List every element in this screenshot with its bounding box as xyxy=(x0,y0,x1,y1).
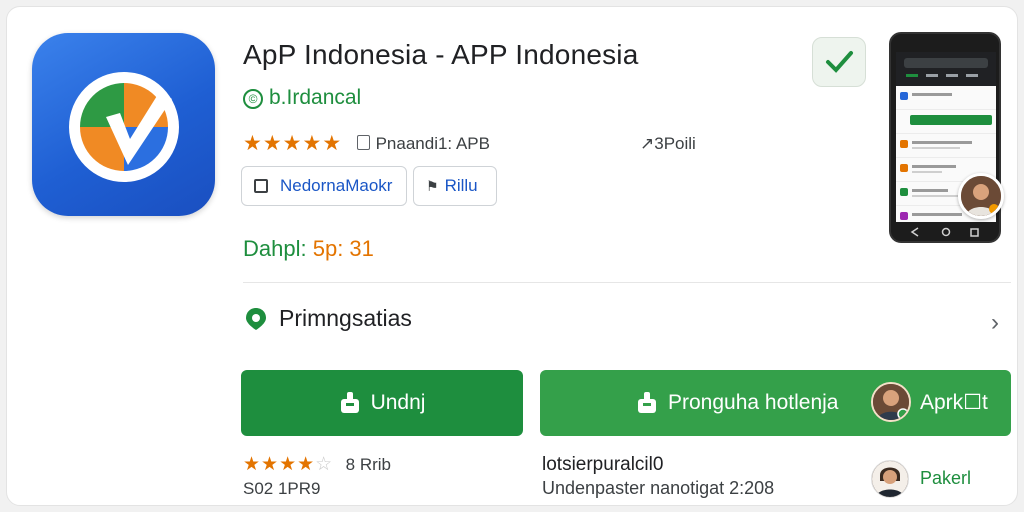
person-photo-icon xyxy=(873,384,909,420)
empty-star-icon: ☆ xyxy=(315,454,334,475)
download-button[interactable]: Undnj xyxy=(241,370,523,436)
app-listing-card: ApP Indonesia - APP Indonesia © b.Irdanca… xyxy=(6,6,1018,506)
app-logo-icon[interactable] xyxy=(32,33,215,216)
tag-chip[interactable]: ⚑ Rillu xyxy=(413,166,497,206)
rating-meta: Pnaandi1: APB xyxy=(356,133,490,154)
download-label: Undnj xyxy=(370,391,426,414)
avatar[interactable] xyxy=(871,460,909,498)
category-chip[interactable]: NedornaMaokr xyxy=(241,166,407,206)
developer-name[interactable]: © b.Irdancal xyxy=(243,86,361,110)
app-logo-graphic xyxy=(69,72,179,182)
size-info: ↗3Poili xyxy=(640,134,696,153)
review-subtitle: Undenpaster nanotigat 2:208 xyxy=(542,478,775,498)
contains-label: Dahpl: xyxy=(243,236,307,261)
phone-tab xyxy=(966,74,978,77)
phone-navbar xyxy=(910,227,979,237)
thumbs-up-icon xyxy=(638,392,656,413)
install-extra-label[interactable]: Aprk☐t xyxy=(920,390,988,415)
review-title: lotsierpuralcil0 xyxy=(542,454,664,475)
list-icon xyxy=(254,179,268,193)
location-pin-icon xyxy=(246,307,266,330)
document-icon xyxy=(356,134,370,150)
rating-meta-text: Pnaandi1: APB xyxy=(375,133,490,153)
developer-label: b.Irdancal xyxy=(269,86,362,109)
check-icon xyxy=(826,51,853,73)
app-title: ApP Indonesia - APP Indonesia xyxy=(243,39,639,70)
rating-row: ★★★★★ Pnaandi1: APB xyxy=(243,131,490,155)
phone-list-item xyxy=(896,110,996,134)
status-dot xyxy=(989,204,999,214)
review-link[interactable]: Pakerl xyxy=(920,468,971,489)
contains-info: Dahpl: 5p: 31 xyxy=(243,236,374,262)
rating-stars: ★★★★★ xyxy=(243,132,343,155)
phone-search-bar xyxy=(904,58,988,68)
review-count: 8 Rrib xyxy=(345,454,392,474)
section-row[interactable]: Primngsatias xyxy=(243,305,412,332)
phone-list-item xyxy=(896,134,996,158)
review-code: S02 1PR9 xyxy=(243,479,321,498)
check-shield-icon[interactable] xyxy=(812,37,866,87)
phone-tab xyxy=(926,74,938,77)
category-chip-label: NedornaMaokr xyxy=(280,176,393,195)
half-star-icon: ★ xyxy=(297,454,316,475)
divider xyxy=(243,282,1011,283)
download-icon xyxy=(340,392,359,413)
contains-value: 5p: 31 xyxy=(312,236,374,261)
avatar xyxy=(958,173,1004,219)
phone-tab xyxy=(906,74,918,77)
phone-list-item xyxy=(896,86,996,110)
review-stars: ★★★★☆ xyxy=(243,454,334,475)
half-star-icon: ★ xyxy=(322,132,343,155)
install-label: Pronguha hotlenja xyxy=(668,391,839,414)
person-photo-icon xyxy=(872,461,908,497)
avatar xyxy=(871,382,911,422)
copyright-icon: © xyxy=(243,89,263,109)
flag-icon: ⚑ xyxy=(426,177,439,194)
phone-topbar xyxy=(896,52,996,86)
tag-chip-label: Rillu xyxy=(444,176,478,195)
chevron-right-icon[interactable]: › xyxy=(991,309,999,337)
review-rating: ★★★★☆ 8 Rrib xyxy=(243,453,391,476)
phone-tab xyxy=(946,74,958,77)
section-label: Primngsatias xyxy=(279,305,412,331)
